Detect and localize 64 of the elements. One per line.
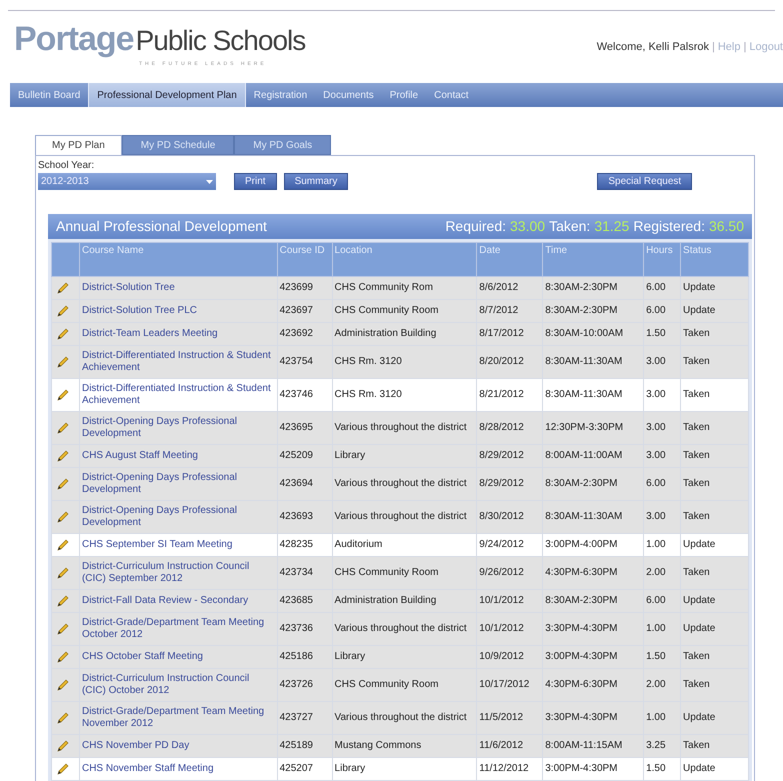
table-row[interactable]: District-Differentiated Instruction & Student Achievement 423754 CHS Rm. 3120 8/20/2012 8:30AM-11:30AM 3.00 Taken bbox=[52, 346, 748, 378]
column-header: Course Name bbox=[79, 242, 278, 276]
table-row[interactable]: District-Team Leaders Meeting 423692 Administration Building 8/17/2012 8:30AM-10:00AM 1.50 Taken bbox=[52, 322, 748, 346]
pencil-icon[interactable] bbox=[56, 304, 70, 318]
pencil-icon[interactable] bbox=[56, 510, 70, 524]
table-row[interactable]: District-Grade/Department Team Meeting October 2012 423736 Various throughout the district 10/1/2012 3:30PM-4:30PM 1.00 Update bbox=[52, 612, 748, 646]
pencil-icon[interactable] bbox=[56, 739, 70, 753]
welcome-text: Welcome, Kelli Palsrok bbox=[596, 40, 709, 55]
total-label: Required: bbox=[445, 217, 506, 236]
pencil-icon[interactable] bbox=[56, 622, 70, 636]
column-header: Location bbox=[332, 242, 477, 276]
table-row[interactable]: CHS November Staff Meeting 425207 Library 11/12/2012 3:00PM-4:30PM 1.50 Update bbox=[52, 758, 748, 780]
table-row[interactable]: District-Solution Tree PLC 423697 CHS Community Room 8/7/2012 8:30AM-2:30PM 6.00 Update bbox=[52, 300, 748, 322]
dropdown-caret-icon bbox=[206, 180, 213, 184]
pencil-icon[interactable] bbox=[56, 678, 70, 692]
pencil-icon[interactable] bbox=[56, 477, 70, 491]
table-cell: 11/12/2012 bbox=[476, 758, 543, 780]
special-request-button[interactable]: Special Request bbox=[597, 173, 692, 190]
pencil-icon[interactable] bbox=[56, 327, 70, 341]
pencil-icon[interactable] bbox=[56, 355, 70, 369]
toolbar-button[interactable]: Summary bbox=[284, 173, 348, 190]
pencil-icon[interactable] bbox=[56, 449, 70, 463]
total-label: Taken: bbox=[549, 217, 590, 236]
table-row[interactable]: District-Solution Tree 423699 CHS Community Rom 8/6/2012 8:30AM-2:30PM 6.00 Update bbox=[52, 276, 748, 300]
link-separator: | bbox=[743, 40, 746, 55]
school-year-label: School Year: bbox=[38, 160, 96, 172]
pencil-icon[interactable] bbox=[56, 650, 70, 664]
toolbar-button[interactable]: Print bbox=[234, 173, 277, 190]
total-value: 33.00 bbox=[510, 217, 546, 236]
table-row[interactable]: District-Curriculum Instruction Council (CIC) September 2012 423734 CHS Community Room 9/26/2012 4:30PM-6:30PM 2.00 Taken bbox=[52, 556, 748, 590]
nav-item[interactable]: Professional Development Plan bbox=[88, 83, 246, 107]
table-row[interactable]: CHS September SI Team Meeting 428235 Auditorium 9/24/2012 3:00PM-4:00PM 1.00 Update bbox=[52, 534, 748, 556]
table-row[interactable]: District-Differentiated Instruction & Student Achievement 423746 CHS Rm. 3120 8/21/2012 8:30AM-11:30AM 3.00 Taken bbox=[52, 378, 748, 412]
total-value: 31.25 bbox=[594, 217, 630, 236]
tab[interactable]: My PD Plan bbox=[35, 135, 122, 155]
pencil-icon[interactable] bbox=[56, 281, 70, 295]
table-row[interactable]: District-Opening Days Professional Development 423694 Various throughout the district 8/29/2012 8:30AM-2:30PM 6.00 Taken bbox=[52, 468, 748, 500]
table-cell: 3:00PM-4:30PM bbox=[542, 758, 644, 780]
table-row[interactable]: CHS August Staff Meeting 425209 Library 8/29/2012 8:00AM-11:00AM 3.00 Taken bbox=[52, 444, 748, 468]
table-cell: Library bbox=[332, 758, 477, 780]
pencil-icon[interactable] bbox=[56, 388, 70, 402]
table-row[interactable]: District-Curriculum Instruction Council (CIC) October 2012 423726 CHS Community Room 10/17/2012 4:30PM-6:30PM 2.00 Taken bbox=[52, 668, 748, 702]
table-row[interactable]: CHS October Staff Meeting 425186 Library 10/9/2012 3:00PM-4:30PM 1.50 Taken bbox=[52, 646, 748, 668]
pencil-icon[interactable] bbox=[56, 711, 70, 725]
pencil-icon[interactable] bbox=[56, 566, 70, 580]
table-row[interactable]: District-Opening Days Professional Development 423695 Various throughout the district 8/28/2012 12:30PM-3:30PM 3.00 Taken bbox=[52, 412, 748, 444]
table-row[interactable]: District-Grade/Department Team Meeting November 2012 423727 Various throughout the district 11/5/2012 3:30PM-4:30PM 1.00 Update bbox=[52, 702, 748, 734]
course-link[interactable]: CHS November Staff Meeting bbox=[79, 758, 278, 780]
pencil-icon[interactable] bbox=[56, 421, 70, 435]
table-cell: 425207 bbox=[277, 758, 332, 780]
table-row[interactable]: CHS November PD Day 425189 Mustang Commons 11/6/2012 8:00AM-11:15AM 3.25 Taken bbox=[52, 734, 748, 758]
table-cell: 1.50 bbox=[644, 758, 681, 780]
pencil-icon[interactable] bbox=[56, 594, 70, 608]
pencil-icon[interactable] bbox=[56, 538, 70, 552]
total-label: Registered: bbox=[633, 217, 705, 236]
total-value: 36.50 bbox=[708, 217, 744, 236]
pencil-icon[interactable] bbox=[56, 762, 70, 776]
link-separator: | bbox=[712, 40, 715, 55]
logo-brand: Portage bbox=[14, 19, 134, 59]
table-row[interactable]: District-Fall Data Review - Secondary 423685 Administration Building 10/1/2012 8:30AM-2:30PM 6.00 Update bbox=[52, 590, 748, 612]
logo-name: Public Schools bbox=[136, 24, 306, 58]
table-cell: Update bbox=[680, 758, 748, 780]
panel-title: Annual Professional Development bbox=[56, 217, 267, 236]
table-row[interactable]: District-Opening Days Professional Development 423693 Various throughout the district 8/30/2012 8:30AM-11:30AM 3.00 Taken bbox=[52, 500, 748, 534]
